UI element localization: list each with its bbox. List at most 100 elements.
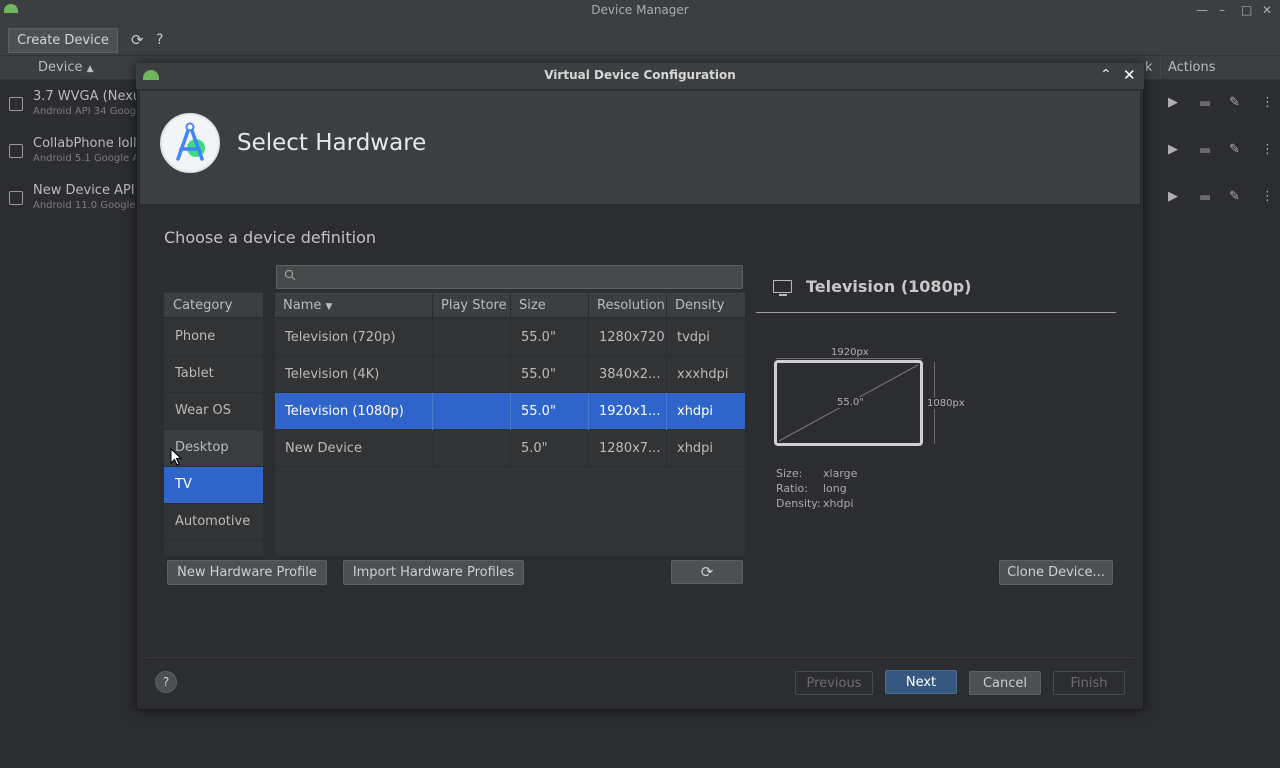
refresh-icon: ⟳: [700, 563, 714, 581]
play-icon[interactable]: ▶: [1168, 142, 1178, 157]
cell-divider: [588, 319, 589, 356]
cell-divider: [588, 393, 589, 430]
cell-divider: [510, 430, 511, 467]
device-name-cell: Television (1080p): [285, 404, 404, 419]
resolution-cell: 3840x2...: [599, 367, 661, 382]
size-cell: 5.0": [521, 441, 548, 456]
help-icon[interactable]: ?: [156, 32, 163, 48]
clone-device-button[interactable]: Clone Device...: [999, 560, 1113, 585]
spec-label: Density:: [776, 497, 821, 510]
spec-label: Ratio:: [776, 482, 808, 495]
preview-height-label: 1080px: [926, 398, 965, 409]
preview-width-label: 1920px: [830, 347, 870, 358]
phone-device-icon: [9, 144, 23, 158]
density-cell: xxxhdpi: [677, 367, 729, 382]
cell-divider: [588, 430, 589, 467]
size-cell: 55.0": [521, 367, 556, 382]
device-name[interactable]: 3.7 WVGA (Nexus: [33, 89, 148, 104]
page-title: Select Hardware: [237, 130, 427, 156]
close-icon[interactable]: ✕: [1262, 3, 1272, 17]
resolution-cell: 1280x720: [599, 330, 665, 345]
help-button[interactable]: ?: [155, 671, 177, 693]
play-store-column-header[interactable]: Play Store: [441, 298, 507, 313]
tv-icon-stand: [779, 294, 787, 296]
resolution-column-header[interactable]: Resolution: [597, 298, 665, 313]
category-item-wear-os[interactable]: Wear OS: [164, 393, 263, 430]
category-item-phone[interactable]: Phone: [164, 319, 263, 356]
spec-value: xlarge: [823, 467, 858, 480]
cell-divider: [432, 430, 433, 467]
folder-icon[interactable]: ▬: [1199, 143, 1211, 158]
folder-icon[interactable]: ▬: [1199, 96, 1211, 111]
column-header-fragment: k: [1145, 60, 1153, 75]
table-row[interactable]: New Device 5.0" 1280x7... xhdpi: [275, 430, 745, 467]
restore-icon[interactable]: –: [1219, 3, 1225, 17]
device-manager-toolbar: [0, 22, 1280, 56]
column-divider: [588, 294, 589, 318]
table-row-selected[interactable]: Television (1080p) 55.0" 1920x1... xhdpi: [275, 393, 745, 430]
size-cell: 55.0": [521, 404, 556, 419]
preview-diagonal-label: 55.0": [836, 397, 865, 408]
device-name[interactable]: CollabPhone loll: [33, 136, 137, 151]
finish-button[interactable]: Finish: [1053, 671, 1125, 695]
cell-divider: [510, 393, 511, 430]
actions-column-header: Actions: [1168, 60, 1216, 75]
column-divider: [666, 294, 667, 318]
resolution-cell: 1280x7...: [599, 441, 661, 456]
more-icon[interactable]: ⋮: [1261, 95, 1274, 110]
category-item-tv[interactable]: TV: [164, 467, 263, 504]
search-icon: [284, 269, 296, 284]
cell-divider: [666, 430, 667, 467]
category-item-tablet[interactable]: Tablet: [164, 356, 263, 393]
play-icon[interactable]: ▶: [1168, 189, 1178, 204]
device-name-cell: New Device: [285, 441, 362, 456]
more-icon[interactable]: ⋮: [1261, 189, 1274, 204]
play-icon[interactable]: ▶: [1168, 95, 1178, 110]
table-row[interactable]: Television (4K) 55.0" 3840x2... xxxhdpi: [275, 356, 745, 393]
cell-divider: [666, 319, 667, 356]
density-cell: xhdpi: [677, 441, 714, 456]
dialog-title: Virtual Device Configuration: [544, 68, 736, 82]
refresh-list-button[interactable]: ⟳: [671, 560, 743, 584]
minimize-icon[interactable]: —: [1196, 3, 1208, 17]
width-dimension-line: [776, 358, 922, 359]
cell-divider: [510, 319, 511, 356]
close-icon[interactable]: ✕: [1123, 66, 1136, 84]
density-column-header[interactable]: Density: [675, 298, 724, 313]
device-name[interactable]: New Device API 3: [33, 183, 147, 198]
more-icon[interactable]: ⋮: [1261, 142, 1274, 157]
folder-icon[interactable]: ▬: [1199, 190, 1211, 205]
cell-divider: [510, 356, 511, 393]
previous-button[interactable]: Previous: [795, 671, 873, 695]
device-api: Android 11.0 Google T: [33, 200, 145, 211]
preview-divider: [756, 312, 1116, 313]
edit-icon[interactable]: ✎: [1229, 95, 1240, 110]
device-column-header[interactable]: Device ▲: [38, 60, 94, 75]
column-divider: [510, 294, 511, 318]
search-input[interactable]: [276, 265, 743, 289]
mouse-cursor-icon: [170, 447, 183, 470]
new-hardware-profile-button[interactable]: New Hardware Profile: [167, 560, 327, 585]
device-manager-title: Device Manager: [591, 3, 689, 17]
table-row[interactable]: Television (720p) 55.0" 1280x720 tvdpi: [275, 319, 745, 356]
maximize-icon[interactable]: ⌃: [1100, 67, 1112, 83]
section-heading: Choose a device definition: [164, 228, 376, 247]
edit-icon[interactable]: ✎: [1229, 189, 1240, 204]
cancel-button[interactable]: Cancel: [969, 671, 1041, 695]
device-api: Android 5.1 Google AI: [33, 153, 143, 164]
footer-divider: [146, 657, 1134, 658]
refresh-icon[interactable]: ⟳: [131, 31, 144, 49]
import-hardware-profiles-button[interactable]: Import Hardware Profiles: [343, 560, 524, 585]
phone-device-icon: [9, 97, 23, 111]
create-device-button[interactable]: Create Device: [8, 28, 118, 53]
size-column-header[interactable]: Size: [519, 298, 546, 313]
cell-divider: [666, 356, 667, 393]
category-header: Category: [164, 293, 263, 318]
resolution-cell: 1920x1...: [599, 404, 661, 419]
desktop-device-icon: [9, 191, 23, 205]
maximize-icon[interactable]: □: [1241, 3, 1252, 17]
name-column-header[interactable]: Name ▼: [283, 298, 332, 313]
edit-icon[interactable]: ✎: [1229, 142, 1240, 157]
category-item-automotive[interactable]: Automotive: [164, 504, 263, 541]
next-button[interactable]: Next: [885, 670, 957, 694]
